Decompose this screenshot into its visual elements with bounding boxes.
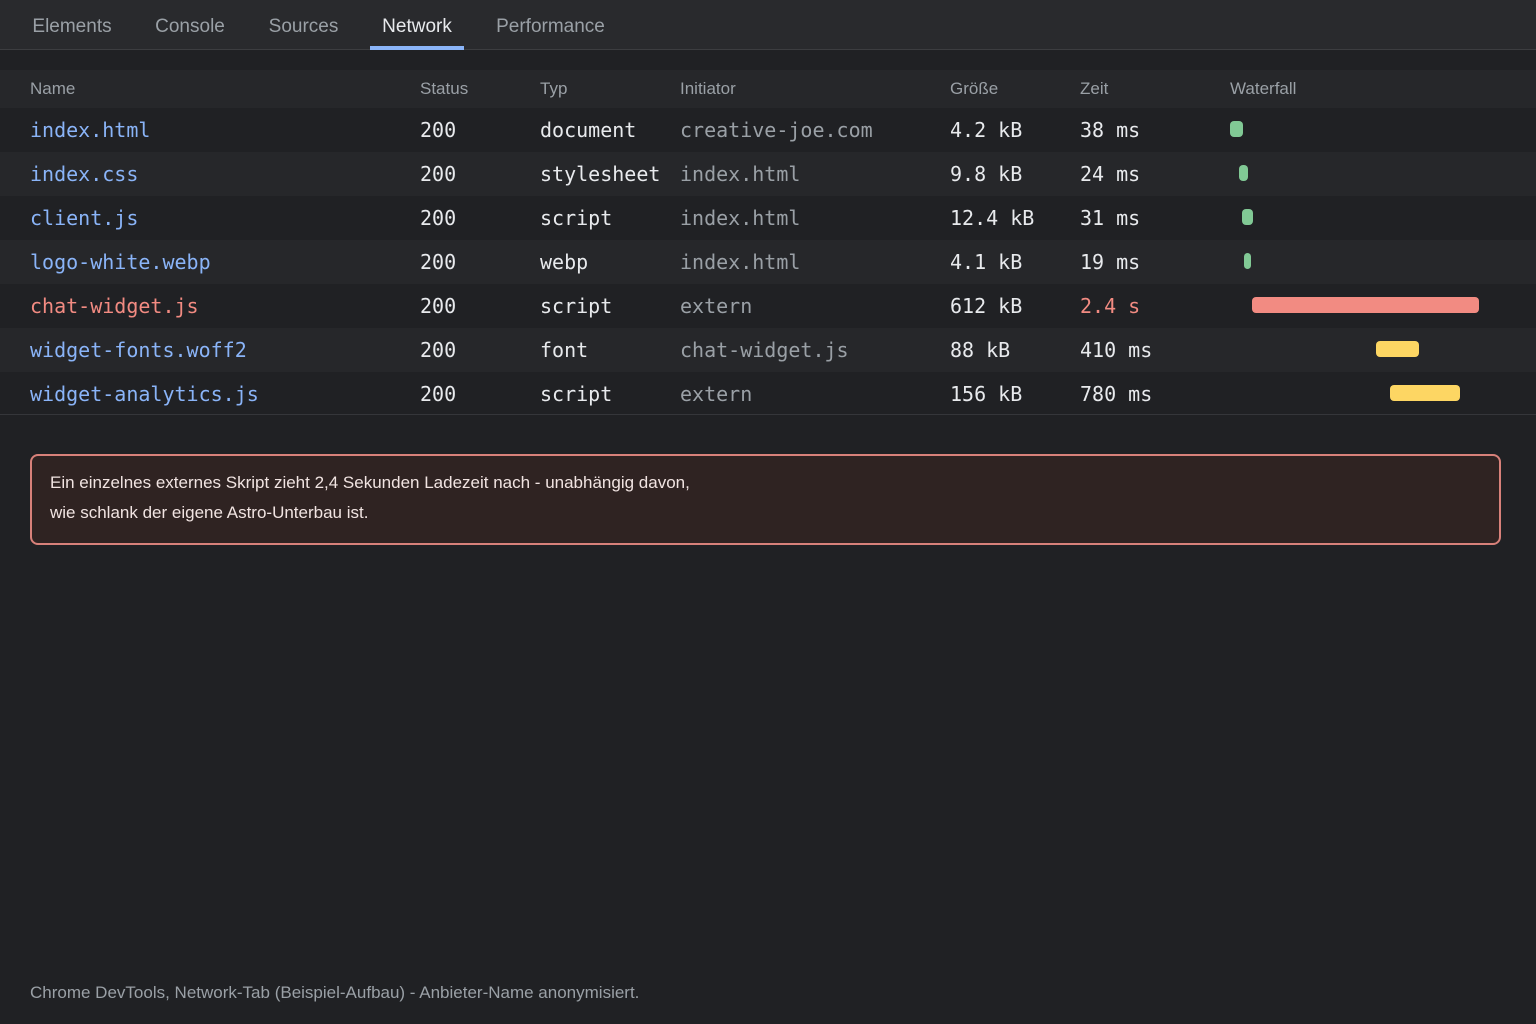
request-status: 200: [420, 250, 457, 274]
request-initiator[interactable]: index.html: [680, 196, 800, 240]
table-divider: [0, 414, 1536, 415]
column-header-status[interactable]: Status: [420, 70, 468, 108]
request-initiator[interactable]: index.html: [680, 152, 800, 196]
column-header-waterfall[interactable]: Waterfall: [1230, 70, 1296, 108]
request-status: 200: [420, 382, 457, 406]
tab-elements[interactable]: Elements: [30, 0, 114, 50]
request-time: 410 ms: [1080, 338, 1153, 362]
request-initiator[interactable]: extern: [680, 284, 752, 328]
waterfall-bar: [1230, 121, 1243, 137]
request-initiator[interactable]: index.html: [680, 240, 800, 284]
request-initiator[interactable]: extern: [680, 372, 752, 416]
table-row[interactable]: widget-fonts.woff2 200 font chat-widget.…: [0, 328, 1536, 372]
request-name[interactable]: index.html: [30, 108, 150, 152]
request-time: 24 ms: [1080, 162, 1141, 186]
devtools-window: Elements Console Sources Network Perform…: [0, 0, 1536, 1024]
column-header-size[interactable]: Größe: [950, 70, 998, 108]
image-caption: Chrome DevTools, Network-Tab (Beispiel-A…: [30, 983, 640, 1002]
callout-text: Ein einzelnes externes Skript zieht 2,4 …: [50, 473, 690, 522]
tab-performance[interactable]: Performance: [492, 0, 609, 50]
request-size: 4.1 kB: [950, 250, 1023, 274]
request-status: 200: [420, 206, 457, 230]
column-header-time[interactable]: Zeit: [1080, 70, 1108, 108]
waterfall-bar: [1239, 165, 1248, 181]
request-type: webp: [540, 250, 589, 274]
request-time: 31 ms: [1080, 206, 1141, 230]
table-row[interactable]: client.js 200 script index.html 12.4 kB …: [0, 196, 1536, 240]
column-header-type[interactable]: Typ: [540, 70, 567, 108]
column-header-initiator[interactable]: Initiator: [680, 70, 736, 108]
request-status: 200: [420, 118, 457, 142]
request-type: script: [540, 294, 613, 318]
request-status: 200: [420, 338, 457, 362]
request-type: script: [540, 382, 613, 406]
tab-console[interactable]: Console: [152, 0, 228, 50]
table-row[interactable]: chat-widget.js 200 script extern 612 kB …: [0, 284, 1536, 328]
table-row[interactable]: widget-analytics.js 200 script extern 15…: [0, 372, 1536, 416]
request-name[interactable]: widget-analytics.js: [30, 372, 259, 416]
request-name[interactable]: widget-fonts.woff2: [30, 328, 247, 372]
request-initiator[interactable]: creative-joe.com: [680, 108, 873, 152]
request-time: 2.4 s: [1080, 294, 1141, 318]
table-row[interactable]: index.css 200 stylesheet index.html 9.8 …: [0, 152, 1536, 196]
request-type: font: [540, 338, 589, 362]
request-status: 200: [420, 294, 457, 318]
request-time: 19 ms: [1080, 250, 1141, 274]
waterfall-bar: [1390, 385, 1460, 401]
request-table-header: Name Status Typ Initiator Größe Zeit Wat…: [0, 70, 1536, 108]
request-name[interactable]: index.css: [30, 152, 138, 196]
waterfall-bar: [1376, 341, 1419, 357]
request-size: 156 kB: [950, 382, 1023, 406]
request-type: document: [540, 118, 637, 142]
request-size: 4.2 kB: [950, 118, 1023, 142]
devtools-tab-bar: Elements Console Sources Network Perform…: [0, 0, 1536, 50]
request-status: 200: [420, 162, 457, 186]
request-name[interactable]: chat-widget.js: [30, 284, 199, 328]
waterfall-bar: [1244, 253, 1251, 269]
table-row[interactable]: index.html 200 document creative-joe.com…: [0, 108, 1536, 152]
request-name[interactable]: client.js: [30, 196, 138, 240]
tab-sources[interactable]: Sources: [266, 0, 341, 50]
request-name[interactable]: logo-white.webp: [30, 240, 211, 284]
request-size: 612 kB: [950, 294, 1023, 318]
table-row[interactable]: logo-white.webp 200 webp index.html 4.1 …: [0, 240, 1536, 284]
request-time: 780 ms: [1080, 382, 1153, 406]
tab-network[interactable]: Network: [370, 0, 464, 50]
column-header-name[interactable]: Name: [30, 70, 75, 108]
warning-callout: Ein einzelnes externes Skript zieht 2,4 …: [30, 454, 1501, 545]
request-time: 38 ms: [1080, 118, 1141, 142]
waterfall-bar: [1252, 297, 1479, 313]
request-initiator[interactable]: chat-widget.js: [680, 328, 849, 372]
waterfall-bar: [1242, 209, 1253, 225]
request-type: script: [540, 206, 613, 230]
request-size: 9.8 kB: [950, 162, 1023, 186]
request-type: stylesheet: [540, 162, 661, 186]
request-size: 88 kB: [950, 338, 1011, 362]
request-size: 12.4 kB: [950, 206, 1035, 230]
